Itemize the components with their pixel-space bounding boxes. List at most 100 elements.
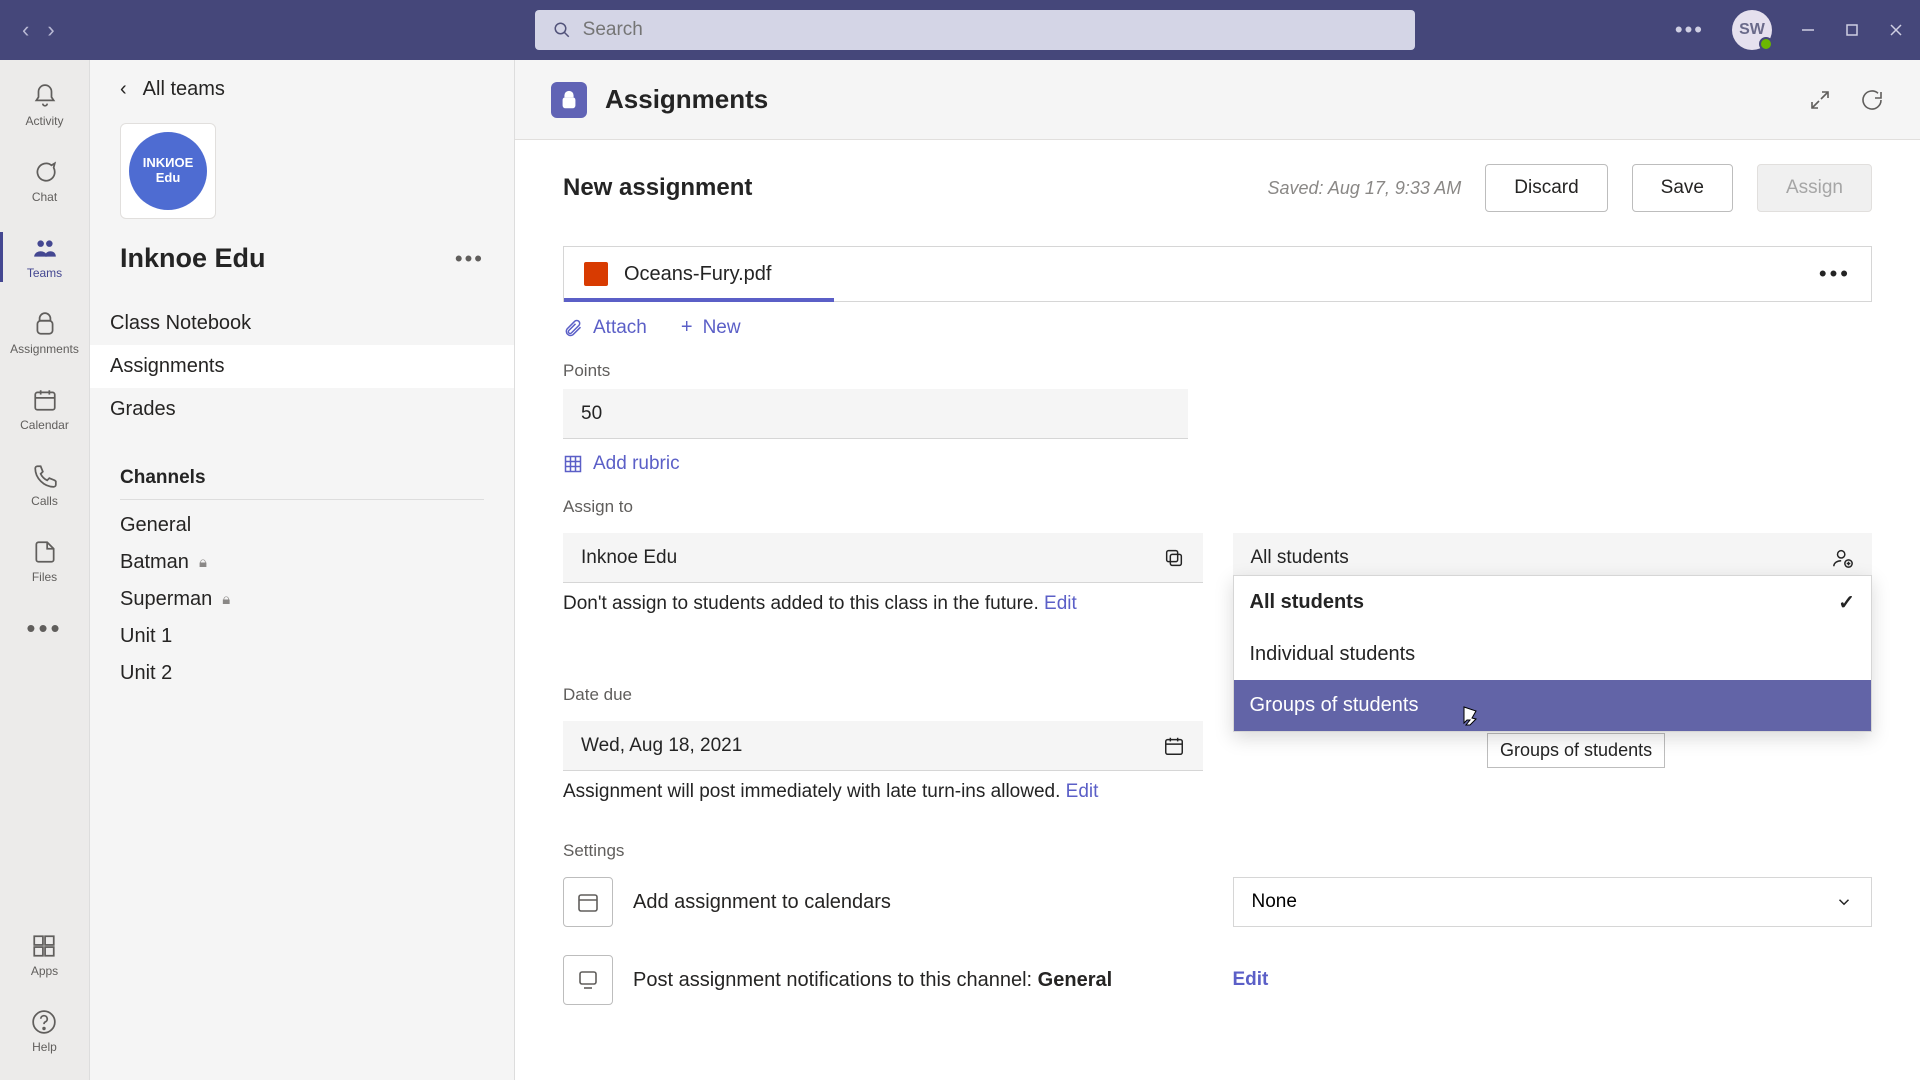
more-icon: ••• [26, 614, 62, 642]
edit-future-link[interactable]: Edit [1044, 593, 1077, 614]
copy-icon[interactable] [1163, 547, 1185, 569]
add-person-icon[interactable] [1832, 547, 1854, 569]
window-minimize-icon[interactable] [1800, 22, 1816, 38]
rail-files[interactable]: Files [0, 534, 89, 588]
dropdown-option-groups[interactable]: Groups of students [1234, 680, 1872, 731]
more-options-icon[interactable]: ••• [1675, 17, 1704, 43]
team-chip-line2: Edu [156, 171, 181, 186]
rail-teams[interactable]: Teams [0, 230, 89, 284]
bell-icon [32, 82, 58, 110]
rail-label: Assignments [10, 342, 79, 356]
back-to-teams[interactable]: ‹ All teams [120, 78, 484, 101]
channel-unit-2[interactable]: Unit 2 [120, 662, 484, 685]
calendar-picker-icon[interactable] [1163, 735, 1185, 757]
rail-chat[interactable]: Chat [0, 154, 89, 208]
refresh-icon[interactable] [1860, 88, 1884, 112]
chat-icon [32, 158, 58, 186]
attachment-more-icon[interactable]: ••• [1819, 261, 1851, 287]
nav-class-notebook[interactable]: Class Notebook [90, 302, 514, 345]
channel-label: Unit 1 [120, 625, 172, 648]
chevron-down-icon [1835, 893, 1853, 911]
forward-arrow-icon[interactable]: › [47, 17, 54, 43]
window-maximize-icon[interactable] [1844, 22, 1860, 38]
nav-assignments[interactable]: Assignments [90, 345, 514, 388]
channel-label: Unit 2 [120, 662, 172, 685]
search-input[interactable] [583, 19, 1397, 41]
add-rubric-button[interactable]: Add rubric [563, 453, 1872, 475]
discard-button[interactable]: Discard [1485, 164, 1607, 212]
class-value: Inknoe Edu [581, 547, 677, 569]
future-students-helper: Don't assign to students added to this c… [563, 593, 1203, 615]
assignments-app-icon [551, 82, 587, 118]
points-input[interactable] [581, 403, 1170, 425]
title-bar: ‹ › ••• SW [0, 0, 1920, 60]
help-icon [31, 1008, 57, 1036]
attach-label: Attach [593, 317, 647, 339]
page-title: New assignment [563, 174, 752, 202]
attach-button[interactable]: Attach [563, 316, 647, 339]
assign-button: Assign [1757, 164, 1872, 212]
rail-help[interactable]: Help [31, 1004, 58, 1058]
rail-more[interactable]: ••• [0, 610, 89, 646]
calendar-icon [32, 386, 58, 414]
window-close-icon[interactable] [1888, 22, 1904, 38]
dd-label: All students [1250, 591, 1364, 614]
search-box[interactable] [535, 10, 1415, 50]
rail-label: Files [32, 570, 57, 584]
backpack-icon [32, 310, 58, 338]
calendar-select-value: None [1252, 891, 1297, 913]
attachment-name: Oceans-Fury.pdf [624, 263, 771, 286]
back-arrow-icon[interactable]: ‹ [22, 17, 29, 43]
file-icon [32, 538, 58, 566]
class-picker[interactable]: Inknoe Edu [563, 533, 1203, 583]
rail-label: Calendar [20, 418, 69, 432]
rail-calls[interactable]: Calls [0, 458, 89, 512]
tooltip: Groups of students [1487, 733, 1665, 768]
date-due-field[interactable]: Wed, Aug 18, 2021 [563, 721, 1203, 771]
edit-notify-link[interactable]: Edit [1233, 969, 1269, 991]
channel-superman[interactable]: Superman🔒︎ [120, 588, 484, 611]
rail-activity[interactable]: Activity [0, 78, 89, 132]
future-text: Don't assign to students added to this c… [563, 593, 1044, 614]
notify-channel: General [1038, 969, 1112, 991]
channel-batman[interactable]: Batman🔒︎ [120, 551, 484, 574]
expand-icon[interactable] [1808, 88, 1832, 112]
points-field[interactable] [563, 389, 1188, 439]
add-rubric-label: Add rubric [593, 453, 680, 475]
divider [120, 499, 484, 500]
nav-grades[interactable]: Grades [90, 388, 514, 431]
back-label: All teams [143, 78, 225, 101]
channel-label: Batman [120, 551, 189, 574]
phone-icon [32, 462, 58, 490]
rail-apps[interactable]: Apps [31, 928, 58, 982]
team-chip-line1: INKИOE [143, 156, 194, 171]
rail-label: Chat [32, 190, 57, 204]
calendar-select[interactable]: None [1233, 877, 1873, 927]
main-header: Assignments [515, 60, 1920, 140]
main-area: Assignments New assignment Saved: Aug 17… [515, 60, 1920, 1080]
edit-post-link[interactable]: Edit [1066, 781, 1099, 802]
save-button[interactable]: Save [1632, 164, 1733, 212]
dropdown-option-individual[interactable]: Individual students [1234, 629, 1872, 680]
channel-label: Superman [120, 588, 212, 611]
dropdown-option-all[interactable]: All students ✓ [1234, 576, 1872, 629]
team-avatar[interactable]: INKИOE Edu [120, 123, 216, 219]
rail-label: Calls [31, 494, 58, 508]
apps-icon [31, 932, 57, 960]
channel-general[interactable]: General [120, 514, 484, 537]
new-button[interactable]: + New [681, 316, 741, 339]
rail-assignments[interactable]: Assignments [0, 306, 89, 360]
channel-unit-1[interactable]: Unit 1 [120, 625, 484, 648]
calendar-setting-icon [563, 877, 613, 927]
user-avatar[interactable]: SW [1732, 10, 1772, 50]
post-text: Assignment will post immediately with la… [563, 781, 1066, 802]
assignee-dropdown: All students ✓ Individual students Group… [1233, 575, 1873, 732]
plus-icon: + [681, 316, 693, 339]
team-more-icon[interactable]: ••• [455, 246, 484, 272]
assign-to-label: Assign to [563, 497, 1872, 517]
date-value: Wed, Aug 18, 2021 [581, 735, 742, 757]
app-title: Assignments [605, 84, 768, 115]
rail-calendar[interactable]: Calendar [0, 382, 89, 436]
attachment-row[interactable]: Oceans-Fury.pdf ••• [563, 246, 1872, 302]
notify-text: Post assignment notifications to this ch… [633, 969, 1112, 992]
